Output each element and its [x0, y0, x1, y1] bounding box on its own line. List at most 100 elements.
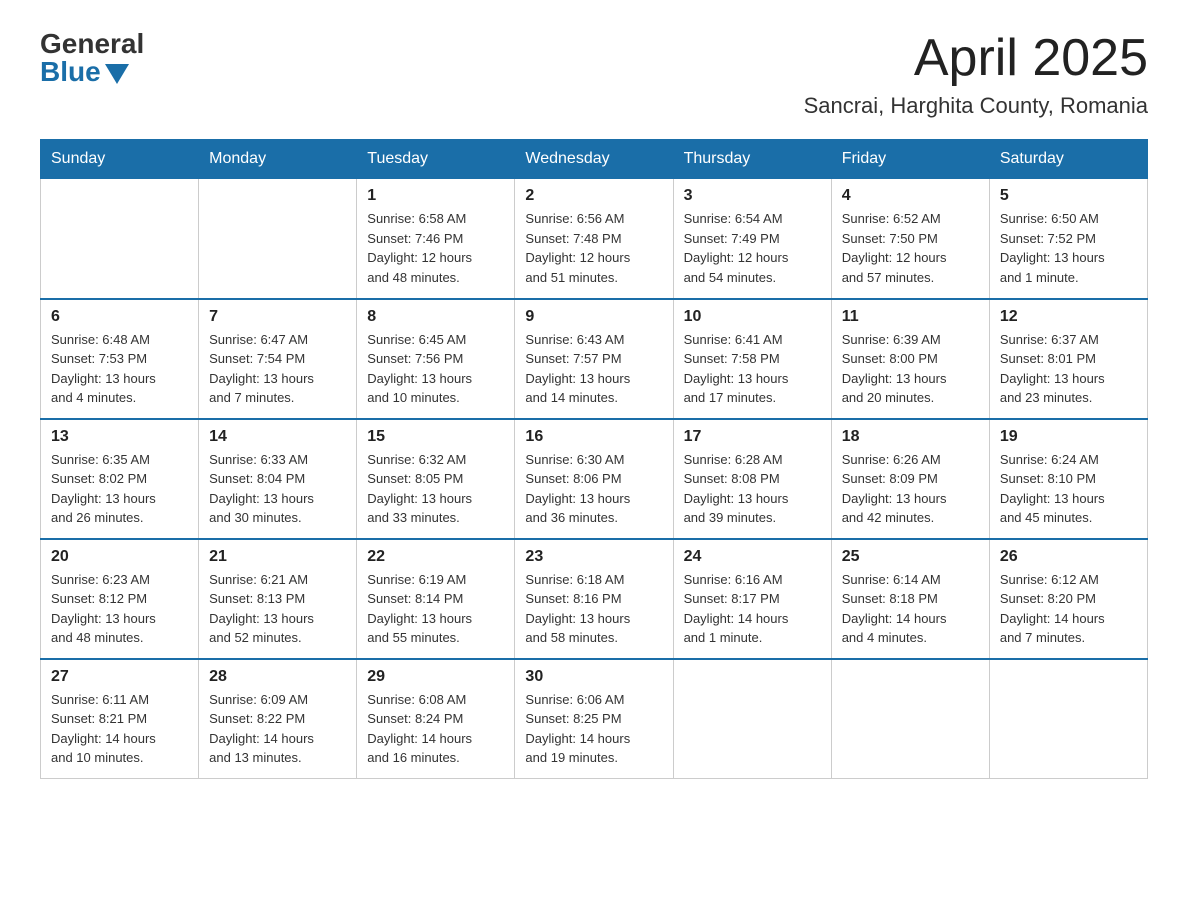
calendar-cell: 11 Sunrise: 6:39 AM Sunset: 8:00 PM Dayli… — [831, 299, 989, 419]
calendar-cell — [989, 659, 1147, 779]
week-row-1: 1Sunrise: 6:58 AM Sunset: 7:46 PM Daylig… — [41, 179, 1148, 299]
calendar-cell — [199, 179, 357, 299]
day-number: 26 — [1000, 548, 1137, 566]
day-number: 4 — [842, 187, 979, 205]
logo-blue-text: Blue — [40, 58, 129, 86]
day-number: 16 — [525, 428, 662, 446]
day-info: Sunrise: 6:56 AM Sunset: 7:48 PM Dayligh… — [525, 209, 662, 287]
day-info: Sunrise: 6:11 AM Sunset: 8:21 PM Dayligh… — [51, 690, 188, 768]
day-info: Sunrise: 6:45 AM Sunset: 7:56 PM Dayligh… — [367, 330, 504, 408]
day-number: 28 — [209, 668, 346, 686]
day-number: 24 — [684, 548, 821, 566]
day-number: 30 — [525, 668, 662, 686]
day-info: Sunrise: 6:35 AM Sunset: 8:02 PM Dayligh… — [51, 450, 188, 528]
week-row-3: 13Sunrise: 6:35 AM Sunset: 8:02 PM Dayli… — [41, 419, 1148, 539]
day-number: 2 — [525, 187, 662, 205]
day-info: Sunrise: 6:32 AM Sunset: 8:05 PM Dayligh… — [367, 450, 504, 528]
day-number: 18 — [842, 428, 979, 446]
weekday-header-saturday: Saturday — [989, 140, 1147, 179]
calendar-cell: 9 Sunrise: 6:43 AM Sunset: 7:57 PM Daylig… — [515, 299, 673, 419]
logo-triangle-icon — [105, 64, 129, 84]
day-info: Sunrise: 6:24 AM Sunset: 8:10 PM Dayligh… — [1000, 450, 1137, 528]
day-number: 21 — [209, 548, 346, 566]
day-number: 12 — [1000, 308, 1137, 326]
day-info: Sunrise: 6:19 AM Sunset: 8:14 PM Dayligh… — [367, 570, 504, 648]
day-number: 8 — [367, 308, 504, 326]
day-info: Sunrise: 6:09 AM Sunset: 8:22 PM Dayligh… — [209, 690, 346, 768]
logo: General Blue — [40, 30, 144, 86]
weekday-header-sunday: Sunday — [41, 140, 199, 179]
calendar-cell: 21 Sunrise: 6:21 AM Sunset: 8:13 PM Dayli… — [199, 539, 357, 659]
week-row-2: 6 Sunrise: 6:48 AM Sunset: 7:53 PM Daylig… — [41, 299, 1148, 419]
calendar-cell: 17 Sunrise: 6:28 AM Sunset: 8:08 PM Dayli… — [673, 419, 831, 539]
day-info: Sunrise: 6:47 AM Sunset: 7:54 PM Dayligh… — [209, 330, 346, 408]
day-info: Sunrise: 6:28 AM Sunset: 8:08 PM Dayligh… — [684, 450, 821, 528]
calendar-cell: 14Sunrise: 6:33 AM Sunset: 8:04 PM Dayli… — [199, 419, 357, 539]
weekday-header-wednesday: Wednesday — [515, 140, 673, 179]
calendar-cell: 30 Sunrise: 6:06 AM Sunset: 8:25 PM Dayli… — [515, 659, 673, 779]
calendar-cell: 19 Sunrise: 6:24 AM Sunset: 8:10 PM Dayli… — [989, 419, 1147, 539]
month-title: April 2025 — [804, 30, 1148, 87]
day-info: Sunrise: 6:16 AM Sunset: 8:17 PM Dayligh… — [684, 570, 821, 648]
day-number: 23 — [525, 548, 662, 566]
day-info: Sunrise: 6:52 AM Sunset: 7:50 PM Dayligh… — [842, 209, 979, 287]
calendar-cell: 28 Sunrise: 6:09 AM Sunset: 8:22 PM Dayli… — [199, 659, 357, 779]
week-row-5: 27 Sunrise: 6:11 AM Sunset: 8:21 PM Dayli… — [41, 659, 1148, 779]
logo-general-text: General — [40, 30, 144, 58]
day-info: Sunrise: 6:21 AM Sunset: 8:13 PM Dayligh… — [209, 570, 346, 648]
calendar-cell: 26 Sunrise: 6:12 AM Sunset: 8:20 PM Dayli… — [989, 539, 1147, 659]
day-info: Sunrise: 6:18 AM Sunset: 8:16 PM Dayligh… — [525, 570, 662, 648]
calendar-cell: 16 Sunrise: 6:30 AM Sunset: 8:06 PM Dayli… — [515, 419, 673, 539]
calendar-cell: 8 Sunrise: 6:45 AM Sunset: 7:56 PM Daylig… — [357, 299, 515, 419]
calendar-cell: 12Sunrise: 6:37 AM Sunset: 8:01 PM Dayli… — [989, 299, 1147, 419]
calendar-cell: 5 Sunrise: 6:50 AM Sunset: 7:52 PM Daylig… — [989, 179, 1147, 299]
calendar-cell: 1Sunrise: 6:58 AM Sunset: 7:46 PM Daylig… — [357, 179, 515, 299]
day-info: Sunrise: 6:23 AM Sunset: 8:12 PM Dayligh… — [51, 570, 188, 648]
day-info: Sunrise: 6:30 AM Sunset: 8:06 PM Dayligh… — [525, 450, 662, 528]
weekday-header-row: SundayMondayTuesdayWednesdayThursdayFrid… — [41, 140, 1148, 179]
calendar-cell: 24 Sunrise: 6:16 AM Sunset: 8:17 PM Dayli… — [673, 539, 831, 659]
day-number: 19 — [1000, 428, 1137, 446]
day-number: 20 — [51, 548, 188, 566]
day-number: 25 — [842, 548, 979, 566]
day-info: Sunrise: 6:54 AM Sunset: 7:49 PM Dayligh… — [684, 209, 821, 287]
weekday-header-monday: Monday — [199, 140, 357, 179]
week-row-4: 20 Sunrise: 6:23 AM Sunset: 8:12 PM Dayli… — [41, 539, 1148, 659]
day-number: 17 — [684, 428, 821, 446]
day-info: Sunrise: 6:12 AM Sunset: 8:20 PM Dayligh… — [1000, 570, 1137, 648]
calendar-cell — [673, 659, 831, 779]
day-number: 9 — [525, 308, 662, 326]
day-info: Sunrise: 6:39 AM Sunset: 8:00 PM Dayligh… — [842, 330, 979, 408]
calendar-cell: 7Sunrise: 6:47 AM Sunset: 7:54 PM Daylig… — [199, 299, 357, 419]
day-number: 27 — [51, 668, 188, 686]
title-block: April 2025 Sancrai, Harghita County, Rom… — [804, 30, 1148, 119]
location-title: Sancrai, Harghita County, Romania — [804, 93, 1148, 119]
page-header: General Blue April 2025 Sancrai, Harghit… — [40, 30, 1148, 119]
calendar-cell: 23 Sunrise: 6:18 AM Sunset: 8:16 PM Dayli… — [515, 539, 673, 659]
day-number: 6 — [51, 308, 188, 326]
day-number: 5 — [1000, 187, 1137, 205]
day-number: 29 — [367, 668, 504, 686]
day-number: 1 — [367, 187, 504, 205]
day-info: Sunrise: 6:06 AM Sunset: 8:25 PM Dayligh… — [525, 690, 662, 768]
day-info: Sunrise: 6:43 AM Sunset: 7:57 PM Dayligh… — [525, 330, 662, 408]
weekday-header-friday: Friday — [831, 140, 989, 179]
calendar-cell: 3 Sunrise: 6:54 AM Sunset: 7:49 PM Daylig… — [673, 179, 831, 299]
calendar-cell: 15Sunrise: 6:32 AM Sunset: 8:05 PM Dayli… — [357, 419, 515, 539]
day-info: Sunrise: 6:50 AM Sunset: 7:52 PM Dayligh… — [1000, 209, 1137, 287]
day-number: 10 — [684, 308, 821, 326]
calendar-cell: 29Sunrise: 6:08 AM Sunset: 8:24 PM Dayli… — [357, 659, 515, 779]
day-number: 3 — [684, 187, 821, 205]
calendar-cell: 22 Sunrise: 6:19 AM Sunset: 8:14 PM Dayli… — [357, 539, 515, 659]
day-info: Sunrise: 6:48 AM Sunset: 7:53 PM Dayligh… — [51, 330, 188, 408]
day-info: Sunrise: 6:14 AM Sunset: 8:18 PM Dayligh… — [842, 570, 979, 648]
day-number: 11 — [842, 308, 979, 326]
day-info: Sunrise: 6:26 AM Sunset: 8:09 PM Dayligh… — [842, 450, 979, 528]
calendar-cell: 6 Sunrise: 6:48 AM Sunset: 7:53 PM Daylig… — [41, 299, 199, 419]
day-number: 22 — [367, 548, 504, 566]
weekday-header-thursday: Thursday — [673, 140, 831, 179]
calendar-cell: 4 Sunrise: 6:52 AM Sunset: 7:50 PM Daylig… — [831, 179, 989, 299]
calendar-cell — [831, 659, 989, 779]
calendar-table: SundayMondayTuesdayWednesdayThursdayFrid… — [40, 139, 1148, 779]
day-info: Sunrise: 6:41 AM Sunset: 7:58 PM Dayligh… — [684, 330, 821, 408]
